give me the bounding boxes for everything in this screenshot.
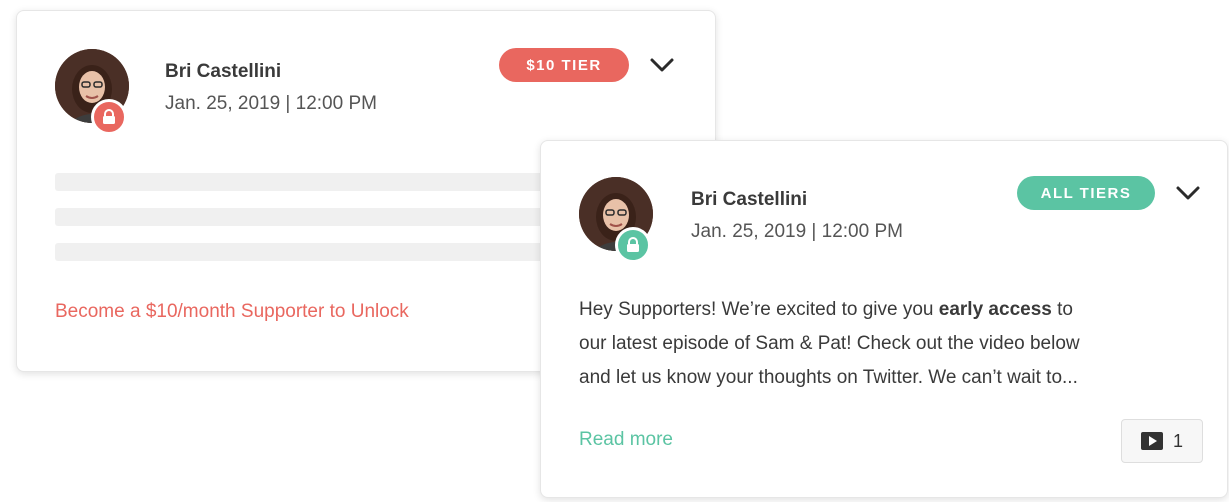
author-name[interactable]: Bri Castellini [165,61,281,83]
post-body-line: our latest episode of Sam & Pat! Check o… [579,333,1080,354]
unlocked-post-card: Bri Castellini Jan. 25, 2019 | 12:00 PM … [540,140,1228,498]
post-body-emphasis: early access [938,299,1052,320]
chevron-down-icon[interactable] [647,53,677,77]
read-more-link[interactable]: Read more [579,429,673,451]
lock-icon [91,99,127,135]
author-name[interactable]: Bri Castellini [691,189,807,211]
post-date: Jan. 25, 2019 | 12:00 PM [165,93,377,114]
post-date: Jan. 25, 2019 | 12:00 PM [691,221,903,242]
post-body-line: Hey Supporters! We’re excited to give yo… [579,293,1204,327]
media-count-button[interactable]: 1 [1121,419,1203,463]
stage: Bri Castellini Jan. 25, 2019 | 12:00 PM … [0,0,1229,502]
chevron-down-icon[interactable] [1173,181,1203,205]
post-body-line: and let us know your thoughts on Twitter… [579,367,1078,388]
post-body: Hey Supporters! We’re excited to give yo… [579,293,1204,395]
author-avatar-wrap [55,49,129,135]
post-body-text: to [1051,299,1073,320]
author-avatar-wrap [579,177,653,263]
video-icon [1140,432,1163,450]
unlocked-lock-icon [615,227,651,263]
unlock-cta-link[interactable]: Become a $10/month Supporter to Unlock [55,301,409,323]
tier-badge: ALL TIERS [1017,176,1155,210]
media-count-value: 1 [1172,430,1183,451]
tier-badge: $10 TIER [499,48,629,82]
post-body-text: Hey Supporters! We’re excited to give yo… [579,299,939,320]
